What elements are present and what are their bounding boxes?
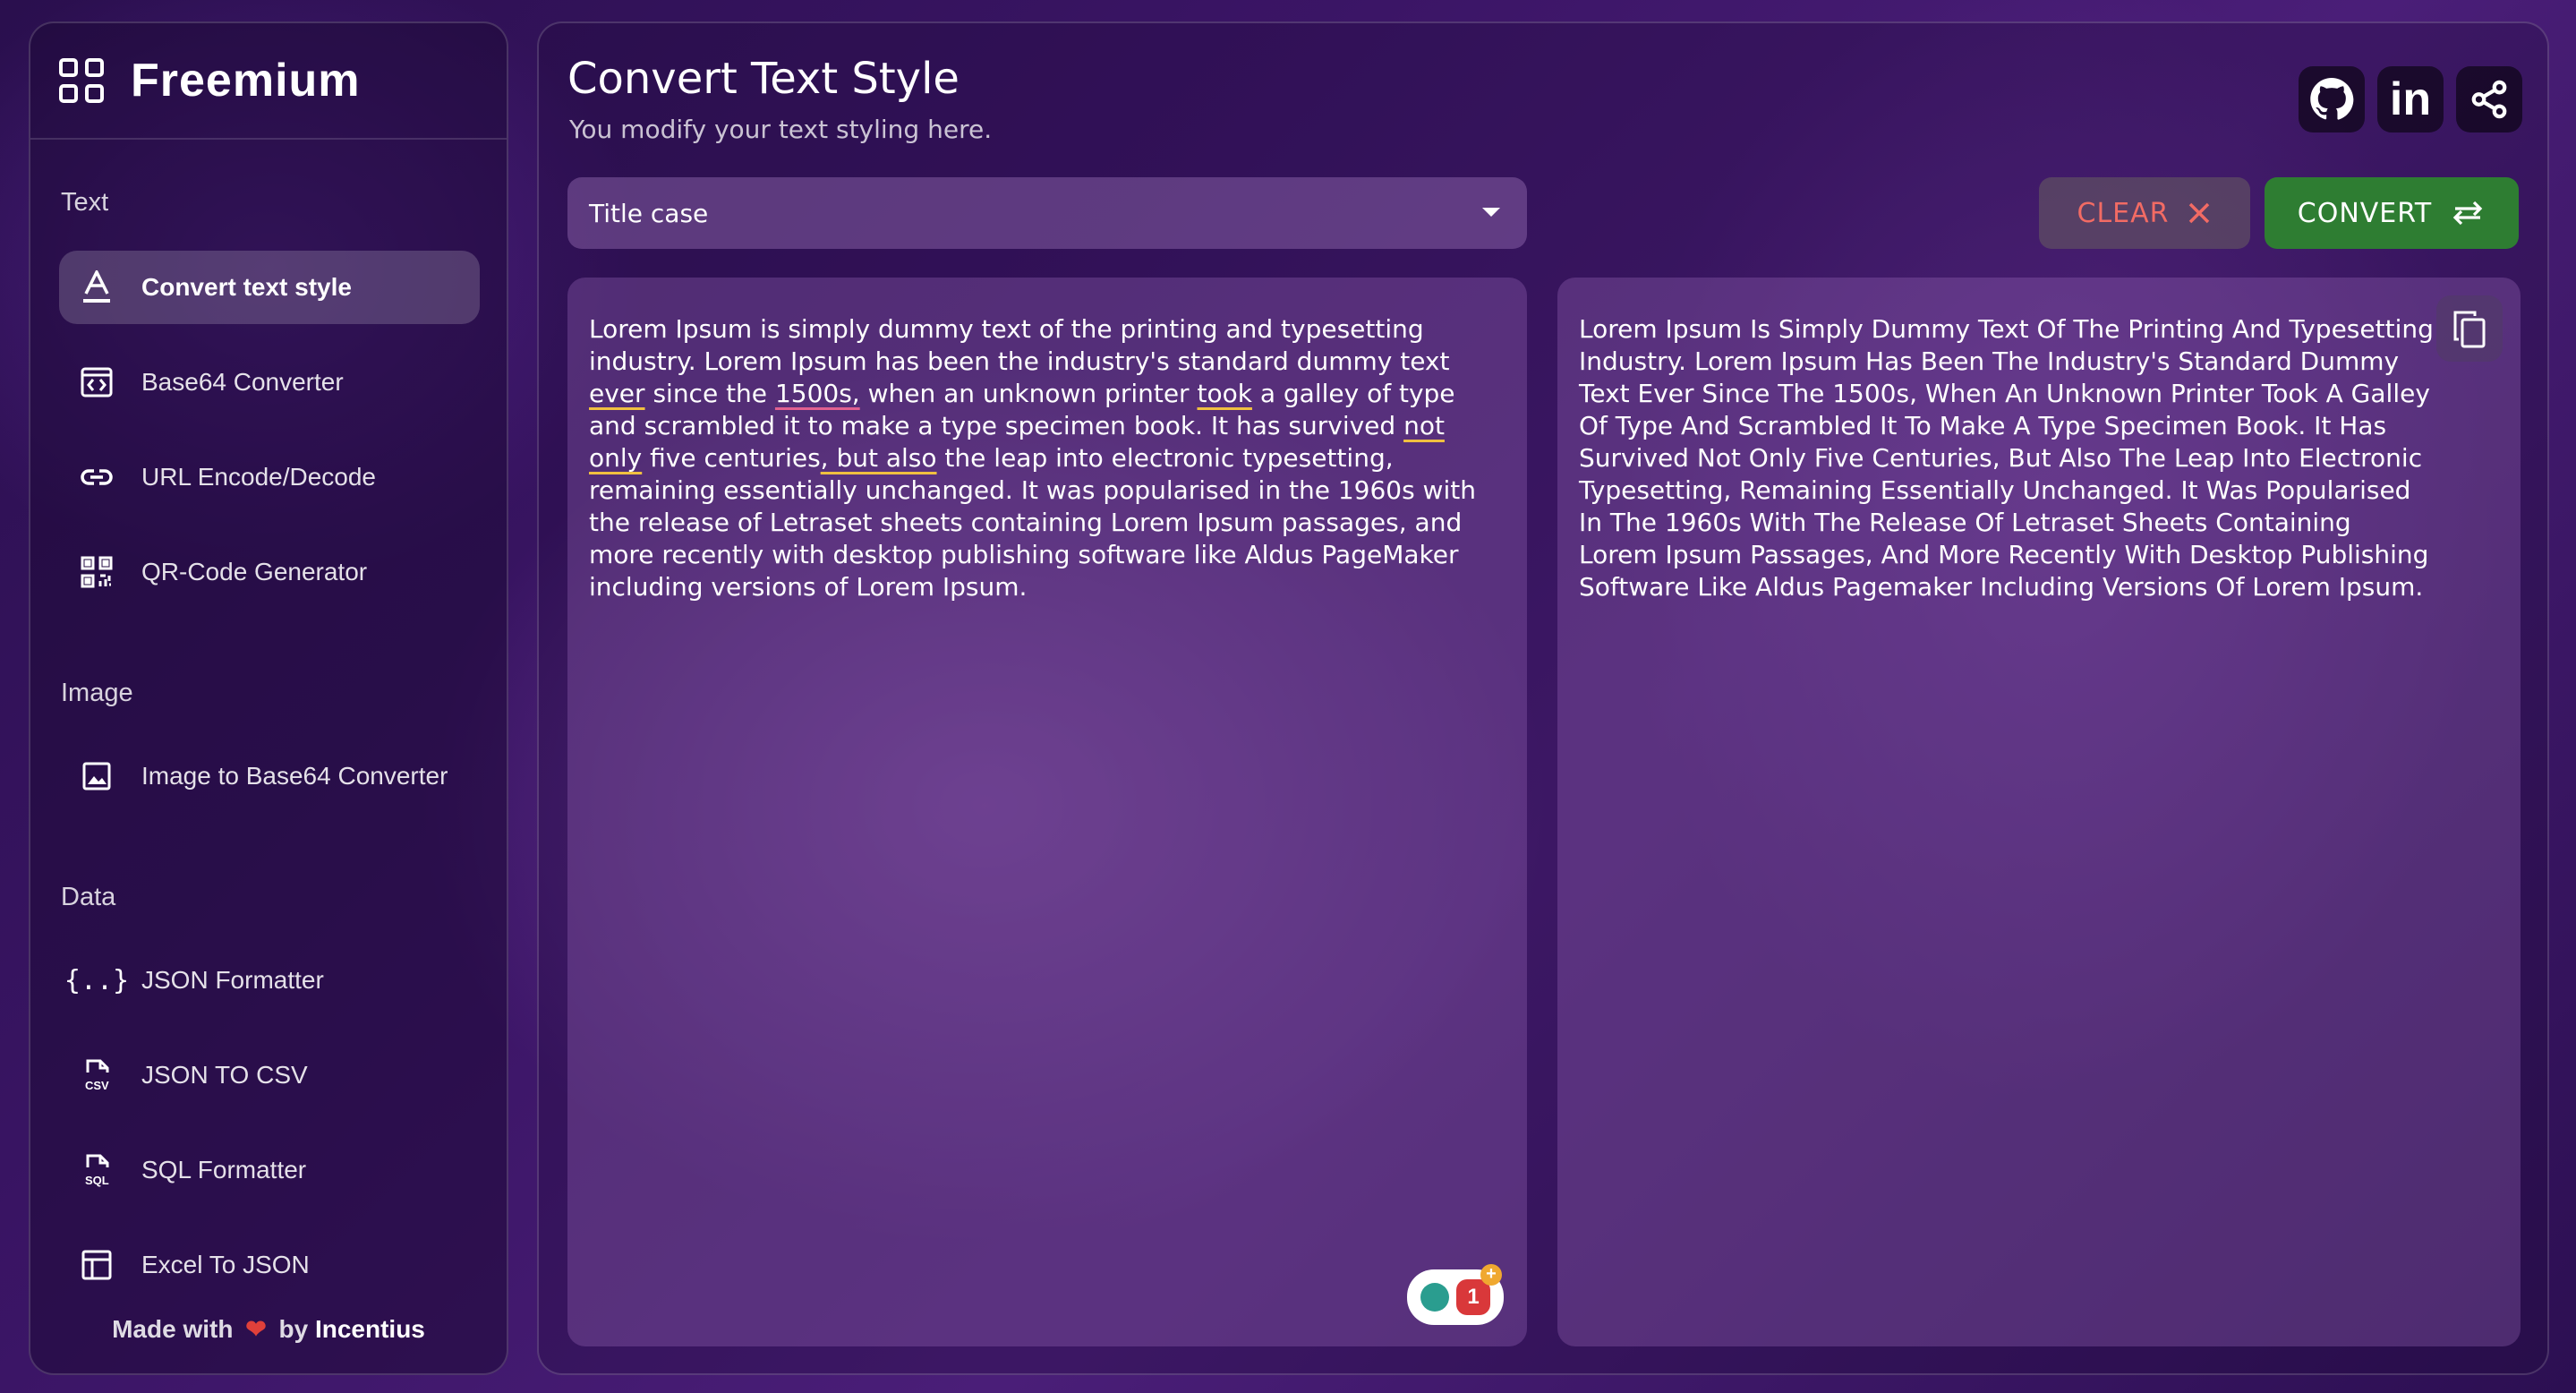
copy-button[interactable] <box>2436 295 2503 362</box>
footer-credit: Made with ❤ by Incentius <box>30 1314 507 1344</box>
sidebar-item-convert-text-style[interactable]: Convert text style <box>59 251 480 324</box>
output-text: Lorem Ipsum Is Simply Dummy Text Of The … <box>1579 314 2434 602</box>
swap-arrows-icon <box>2450 199 2486 227</box>
sidebar-item-excel-to-json[interactable]: Excel To JSON <box>59 1228 480 1302</box>
input-text-segment: Lorem Ipsum is simply dummy text of the … <box>589 314 1450 376</box>
grammar-issue-count: 1 <box>1456 1279 1490 1315</box>
share-button[interactable] <box>2456 66 2522 132</box>
convert-button-label: CONVERT <box>2297 197 2433 229</box>
footer-author-link[interactable]: Incentius <box>315 1315 425 1343</box>
convert-button[interactable]: CONVERT <box>2265 177 2519 249</box>
input-text-area[interactable]: Lorem Ipsum is simply dummy text of the … <box>567 278 1527 1346</box>
link-icon <box>79 459 115 495</box>
input-text[interactable]: Lorem Ipsum is simply dummy text of the … <box>589 313 1506 603</box>
text-style-select[interactable]: Title case <box>567 177 1527 249</box>
braces-icon: {..} <box>64 964 130 996</box>
sidebar-item-json-to-csv[interactable]: CSV JSON TO CSV <box>59 1038 480 1112</box>
svg-text:CSV: CSV <box>85 1079 109 1092</box>
footer-by: by <box>278 1315 309 1343</box>
share-icon <box>2471 80 2507 119</box>
grammar-highlight[interactable]: took <box>1197 379 1251 408</box>
grammar-assistant-badge[interactable]: 1 + <box>1407 1264 1504 1325</box>
table-icon <box>79 1247 115 1283</box>
sidebar-item-image-to-base64[interactable]: Image to Base64 Converter <box>59 739 480 813</box>
grammar-bulb-icon <box>1420 1283 1449 1312</box>
sidebar-item-label: JSON Formatter <box>141 966 324 994</box>
page-title: Convert Text Style <box>567 54 960 104</box>
input-text-segment: five centuries <box>642 443 821 473</box>
heart-icon: ❤ <box>245 1315 267 1343</box>
main-panel: Convert Text Style You modify your text … <box>537 21 2549 1375</box>
text-style-select-value: Title case <box>589 198 709 228</box>
github-icon <box>2310 78 2354 120</box>
sidebar-item-label: QR-Code Generator <box>141 558 368 585</box>
image-icon <box>79 758 115 794</box>
code-box-icon <box>79 364 115 400</box>
sidebar: Freemium Text Convert text style Base64 … <box>29 21 508 1375</box>
sidebar-item-label: Image to Base64 Converter <box>141 762 448 790</box>
sidebar-item-json-formatter[interactable]: {..} JSON Formatter <box>59 944 480 1017</box>
qr-code-icon <box>79 554 115 590</box>
sidebar-item-label: URL Encode/Decode <box>141 463 377 491</box>
brand-title: Freemium <box>131 55 361 107</box>
sidebar-item-qr-code-generator[interactable]: QR-Code Generator <box>59 535 480 609</box>
sidebar-item-base64-converter[interactable]: Base64 Converter <box>59 346 480 419</box>
copy-icon <box>2453 311 2486 348</box>
svg-text:SQL: SQL <box>85 1174 109 1187</box>
text-format-icon <box>79 269 115 305</box>
sidebar-item-label: JSON TO CSV <box>141 1061 308 1089</box>
section-label-data: Data <box>61 883 116 911</box>
csv-file-icon: CSV <box>79 1057 115 1093</box>
grid-logo-icon <box>59 58 104 103</box>
sidebar-item-label: Convert text style <box>141 273 352 301</box>
sql-file-icon: SQL <box>79 1152 115 1188</box>
grammar-highlight[interactable]: , but also <box>821 443 937 473</box>
dropdown-caret-icon <box>1482 208 1500 217</box>
input-text-segment: since the <box>644 379 775 408</box>
section-label-text: Text <box>61 188 109 217</box>
section-label-image: Image <box>61 679 133 707</box>
sidebar-item-label: Base64 Converter <box>141 368 344 396</box>
clear-button[interactable]: CLEAR <box>2039 177 2250 249</box>
linkedin-button[interactable]: in <box>2377 66 2444 132</box>
spelling-highlight[interactable]: 1500s, <box>775 379 860 408</box>
sidebar-item-sql-formatter[interactable]: SQL SQL Formatter <box>59 1133 480 1207</box>
sidebar-item-url-encode-decode[interactable]: URL Encode/Decode <box>59 440 480 514</box>
sidebar-item-label: Excel To JSON <box>141 1251 310 1278</box>
github-button[interactable] <box>2299 66 2365 132</box>
footer-made-with: Made with <box>112 1315 234 1343</box>
input-text-segment: when an unknown printer <box>859 379 1198 408</box>
sidebar-item-label: SQL Formatter <box>141 1156 307 1184</box>
close-icon <box>2187 201 2212 226</box>
brand[interactable]: Freemium <box>30 23 507 140</box>
page-subtitle: You modify your text styling here. <box>569 115 993 144</box>
linkedin-icon: in <box>2389 73 2432 125</box>
clear-button-label: CLEAR <box>2077 197 2170 229</box>
output-text-area[interactable]: Lorem Ipsum Is Simply Dummy Text Of The … <box>1557 278 2521 1346</box>
grammar-plus-icon: + <box>1480 1264 1502 1286</box>
grammar-highlight[interactable]: ever <box>589 379 645 408</box>
